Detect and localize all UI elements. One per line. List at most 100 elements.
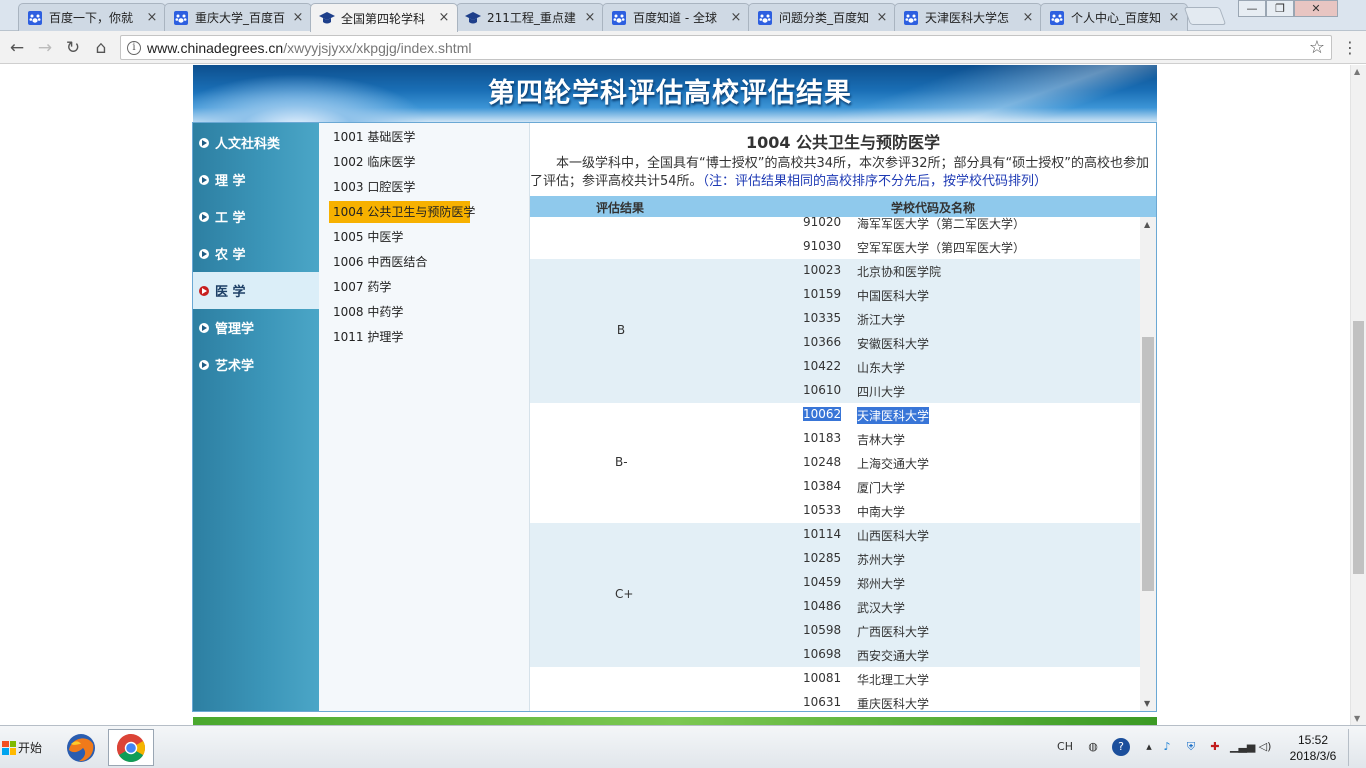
network-globe-icon[interactable]: ◍ bbox=[1084, 738, 1102, 756]
new-tab-button[interactable] bbox=[1183, 7, 1227, 25]
taskbar-firefox[interactable] bbox=[58, 729, 104, 766]
school-code: 10335 bbox=[803, 311, 842, 325]
tab-close-icon[interactable]: × bbox=[1167, 10, 1181, 25]
site-info-icon[interactable]: i bbox=[127, 41, 141, 55]
baidu-paw-icon bbox=[27, 10, 43, 26]
baidu-paw-icon bbox=[903, 10, 919, 26]
category-item[interactable]: 艺术学 bbox=[193, 346, 319, 383]
subject-item[interactable]: 1008 中药学 bbox=[329, 301, 407, 323]
signal-bars-icon[interactable]: ▁▃▅ bbox=[1230, 738, 1255, 756]
subject-intro: 本一级学科中，全国具有“博士授权”的高校共34所，本次参评32所；部分具有“硕士… bbox=[530, 155, 1156, 191]
school-name: 武汉大学 bbox=[857, 601, 906, 615]
system-clock[interactable]: 15:52 2018/3/6 bbox=[1282, 732, 1344, 764]
school-name: 上海交通大学 bbox=[857, 457, 930, 471]
table-row: 10698 西安交通大学 bbox=[530, 643, 1140, 667]
subject-item[interactable]: 1002 临床医学 bbox=[329, 151, 419, 173]
start-button[interactable]: 开始 bbox=[2, 731, 48, 764]
tab-title: 天津医科大学怎 bbox=[925, 11, 1010, 25]
menu-icon[interactable]: ⋮ bbox=[1340, 38, 1360, 58]
tab-close-icon[interactable]: × bbox=[145, 10, 159, 25]
tab-close-icon[interactable]: × bbox=[437, 11, 451, 25]
scroll-down-arrow-icon[interactable]: ▼ bbox=[1144, 699, 1150, 708]
chrome-icon bbox=[117, 733, 145, 762]
subject-item[interactable]: 1004 公共卫生与预防医学 bbox=[329, 201, 475, 223]
category-label: 人文社科类 bbox=[215, 137, 281, 152]
subject-item[interactable]: 1001 基础医学 bbox=[329, 126, 419, 148]
home-icon[interactable]: ⌂ bbox=[90, 37, 112, 59]
school-code: 10023 bbox=[803, 263, 842, 277]
bookmark-star-icon[interactable]: ☆ bbox=[1309, 37, 1325, 58]
forward-arrow-icon[interactable]: → bbox=[34, 37, 56, 59]
subject-item[interactable]: 1007 药学 bbox=[329, 276, 395, 298]
table-scroll-thumb[interactable] bbox=[1142, 337, 1154, 591]
minimize-button[interactable]: — bbox=[1238, 0, 1266, 17]
school-name: 中国医科大学 bbox=[857, 289, 930, 303]
browser-tab[interactable]: 全国第四轮学科 × bbox=[310, 3, 458, 32]
table-row: 10384 厦门大学 bbox=[530, 475, 1140, 499]
school-code: 10459 bbox=[803, 575, 842, 589]
tab-title: 重庆大学_百度百 bbox=[195, 11, 286, 25]
page-scroll-thumb[interactable] bbox=[1353, 321, 1364, 574]
tab-close-icon[interactable]: × bbox=[1021, 10, 1035, 25]
tab-close-icon[interactable]: × bbox=[291, 10, 305, 25]
close-window-button[interactable]: ✕ bbox=[1294, 0, 1338, 17]
grade-group: 10081 华北理工大学 10631 重庆医科大学 bbox=[530, 667, 1140, 711]
address-bar[interactable]: i www.chinadegrees.cn/xwyyjsjyxx/xkpgjg/… bbox=[120, 35, 1332, 60]
table-row: 10422 山东大学 bbox=[530, 355, 1140, 379]
school-name: 吉林大学 bbox=[857, 433, 906, 447]
category-item[interactable]: 理 学 bbox=[193, 161, 319, 198]
category-item[interactable]: 管理学 bbox=[193, 309, 319, 346]
security-app-icon[interactable]: ✚ bbox=[1206, 738, 1224, 756]
page-scroll-down-icon[interactable]: ▼ bbox=[1354, 714, 1360, 723]
maximize-button[interactable]: ❐ bbox=[1266, 0, 1294, 17]
school-name: 中南大学 bbox=[857, 505, 906, 519]
school-code: 10384 bbox=[803, 479, 842, 493]
scroll-up-arrow-icon[interactable]: ▲ bbox=[1144, 220, 1150, 229]
tab-close-icon[interactable]: × bbox=[729, 10, 743, 25]
category-item[interactable]: 农 学 bbox=[193, 235, 319, 272]
page-scrollbar[interactable]: ▲ ▼ bbox=[1350, 65, 1366, 725]
results-table: 91020 海军军医大学（第二军医大学） 91030 空军军医大学（第四军医大学） 10… bbox=[530, 217, 1156, 711]
show-desktop-button[interactable] bbox=[1348, 729, 1363, 766]
school-name: 山东大学 bbox=[857, 361, 906, 375]
browser-tab[interactable]: 百度知道 - 全球 × bbox=[602, 3, 750, 31]
reload-icon[interactable]: ↻ bbox=[62, 37, 84, 59]
school-name: 郑州大学 bbox=[857, 577, 906, 591]
tab-title: 全国第四轮学科 bbox=[341, 11, 426, 26]
browser-tab[interactable]: 211工程_重点建 × bbox=[456, 3, 604, 31]
browser-tab[interactable]: 重庆大学_百度百 × bbox=[164, 3, 312, 31]
table-scrollbar[interactable]: ▲ ▼ bbox=[1140, 217, 1156, 711]
browser-tab[interactable]: 个人中心_百度知 × bbox=[1040, 3, 1188, 31]
table-row: 10285 苏州大学 bbox=[530, 547, 1140, 571]
category-item[interactable]: 人文社科类 bbox=[193, 124, 319, 161]
sync-app-icon[interactable]: ♪ bbox=[1158, 738, 1176, 756]
expand-tray-icon[interactable]: ▴ bbox=[1140, 738, 1158, 756]
subject-item[interactable]: 1003 口腔医学 bbox=[329, 176, 419, 198]
taskbar-chrome[interactable] bbox=[108, 729, 154, 766]
browser-tab[interactable]: 百度一下，你就 × bbox=[18, 3, 166, 31]
ime-indicator[interactable]: CH bbox=[1056, 738, 1074, 756]
baidu-paw-icon bbox=[757, 10, 773, 26]
grade-label: B bbox=[616, 323, 626, 337]
speaker-icon[interactable]: ◁) bbox=[1256, 738, 1274, 756]
tab-close-icon[interactable]: × bbox=[583, 10, 597, 25]
tab-close-icon[interactable]: × bbox=[875, 10, 889, 25]
page-viewport: 第四轮学科评估高校评估结果 人文社科类理 学工 学农 学医 学管理学 艺术学 10… bbox=[0, 65, 1350, 725]
page-scroll-up-icon[interactable]: ▲ bbox=[1354, 67, 1360, 76]
shield-icon[interactable]: ⛨ bbox=[1182, 738, 1200, 756]
subject-item[interactable]: 1005 中医学 bbox=[329, 226, 407, 248]
arrow-bullet-icon bbox=[199, 211, 209, 222]
subject-item[interactable]: 1006 中西医结合 bbox=[329, 251, 431, 273]
subject-item[interactable]: 1011 护理学 bbox=[329, 326, 407, 348]
help-icon[interactable]: ? bbox=[1112, 738, 1130, 756]
start-label: 开始 bbox=[18, 741, 43, 755]
table-row: 10159 中国医科大学 bbox=[530, 283, 1140, 307]
category-item[interactable]: 医 学 bbox=[193, 272, 319, 309]
taskbar: 开始 CH ◍ ? ▴ ♪ ⛨ ✚ ▁▃▅ ◁) 15:52 2018/3/6 bbox=[0, 725, 1366, 768]
arrow-bullet-icon bbox=[199, 285, 209, 296]
category-item[interactable]: 工 学 bbox=[193, 198, 319, 235]
browser-tab[interactable]: 问题分类_百度知 × bbox=[748, 3, 896, 31]
back-arrow-icon[interactable]: ← bbox=[6, 37, 28, 59]
browser-tab[interactable]: 天津医科大学怎 × bbox=[894, 3, 1042, 31]
school-code: 10631 bbox=[803, 695, 842, 709]
